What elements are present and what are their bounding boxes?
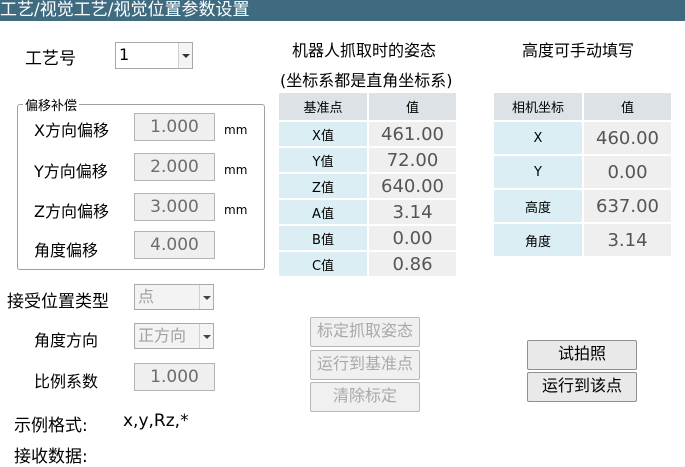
robot-pose-table: 基准点 值 X值 461.00 Y值 72.00 Z值 640.00 A值 3.…: [277, 91, 458, 278]
chevron-down-icon[interactable]: [199, 285, 213, 309]
window-title: 工艺/视觉工艺/视觉位置参数设置: [0, 0, 685, 21]
offset-group-title: 偏移补偿: [23, 95, 80, 114]
camera-table: 相机坐标 值 X 460.00 Y 0.00 高度 637.00 角度 3.14: [492, 91, 673, 258]
robot-pose-key: B值: [279, 226, 367, 250]
accept-type-value: 点: [138, 287, 155, 306]
x-offset-unit: mm: [224, 123, 248, 137]
robot-pose-col-key: 基准点: [279, 93, 367, 120]
z-offset-unit: mm: [224, 203, 248, 217]
run-to-point-button[interactable]: 运行到该点: [527, 372, 637, 402]
ratio-field[interactable]: 1.000: [134, 363, 215, 391]
clear-calibration-button[interactable]: 清除标定: [310, 382, 420, 412]
accept-type-select[interactable]: 点: [134, 284, 214, 310]
y-offset-unit: mm: [224, 163, 248, 177]
robot-pose-value[interactable]: 0.86: [369, 252, 456, 276]
example-value: x,y,Rz,*: [123, 411, 189, 431]
robot-pose-key: A值: [279, 200, 367, 224]
process-select[interactable]: 1: [115, 42, 193, 69]
x-offset-field[interactable]: 1.000: [134, 113, 215, 141]
robot-pose-key: Z值: [279, 174, 367, 198]
robot-pose-value[interactable]: 0.00: [369, 226, 456, 250]
chevron-down-icon[interactable]: [178, 43, 192, 68]
camera-key: 高度: [494, 190, 582, 222]
robot-pose-col-value: 值: [369, 93, 456, 120]
receive-label: 接收数据:: [14, 447, 88, 467]
camera-title: 高度可手动填写: [522, 41, 635, 60]
example-label: 示例格式:: [14, 416, 88, 436]
robot-pose-title: 机器人抓取时的姿态: [292, 41, 437, 60]
robot-pose-key: C值: [279, 252, 367, 276]
z-offset-label: Z方向偏移: [34, 202, 109, 221]
z-offset-field[interactable]: 3.000: [134, 193, 215, 221]
angle-direction-value: 正方向: [138, 326, 187, 345]
camera-key: Y: [494, 156, 582, 188]
robot-pose-key: X值: [279, 122, 367, 146]
x-offset-label: X方向偏移: [34, 121, 109, 140]
camera-key: 角度: [494, 224, 582, 256]
camera-value[interactable]: 460.00: [584, 122, 671, 154]
calibrate-pose-button[interactable]: 标定抓取姿态: [310, 317, 420, 347]
robot-pose-value[interactable]: 3.14: [369, 200, 456, 224]
y-offset-field[interactable]: 2.000: [134, 153, 215, 181]
chevron-down-icon[interactable]: [199, 324, 213, 348]
robot-pose-value[interactable]: 461.00: [369, 122, 456, 146]
process-label: 工艺号: [25, 49, 76, 69]
robot-pose-value[interactable]: 640.00: [369, 174, 456, 198]
camera-value[interactable]: 3.14: [584, 224, 671, 256]
camera-col-value: 值: [584, 93, 671, 120]
test-shot-button[interactable]: 试拍照: [527, 340, 637, 370]
camera-col-key: 相机坐标: [494, 93, 582, 120]
robot-pose-key: Y值: [279, 148, 367, 172]
angle-direction-label: 角度方向: [34, 331, 99, 350]
ratio-label: 比例系数: [34, 372, 99, 391]
camera-value[interactable]: 637.00: [584, 190, 671, 222]
camera-value[interactable]: 0.00: [584, 156, 671, 188]
angle-offset-field[interactable]: 4.000: [134, 231, 215, 259]
angle-direction-select[interactable]: 正方向: [134, 323, 214, 349]
process-select-value: 1: [119, 45, 130, 64]
robot-pose-subtitle: (坐标系都是直角坐标系): [280, 71, 453, 90]
robot-pose-value[interactable]: 72.00: [369, 148, 456, 172]
camera-key: X: [494, 122, 582, 154]
accept-type-label: 接受位置类型: [7, 292, 109, 312]
run-to-base-button[interactable]: 运行到基准点: [310, 350, 420, 380]
angle-offset-label: 角度偏移: [34, 241, 99, 260]
y-offset-label: Y方向偏移: [34, 162, 108, 181]
